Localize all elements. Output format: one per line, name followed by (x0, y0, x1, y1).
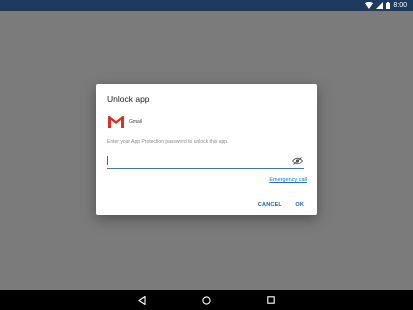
home-icon[interactable] (200, 294, 212, 306)
cancel-button[interactable]: CANCEL (258, 202, 282, 208)
gmail-icon (107, 115, 125, 129)
instruction-text: Enter your App Protection password to un… (107, 139, 229, 145)
ok-button[interactable]: OK (295, 202, 304, 208)
recents-icon[interactable] (265, 294, 277, 306)
navigation-bar (0, 290, 413, 310)
app-row: Gmail (107, 115, 142, 129)
status-icons: 8:00 (365, 0, 407, 11)
eye-off-icon[interactable] (291, 156, 303, 166)
dialog-title: Unlock app (107, 94, 150, 104)
unlock-dialog: Unlock app Gmail Enter your App Protecti… (96, 84, 317, 215)
back-icon[interactable] (136, 294, 148, 306)
status-bar: 8:00 (0, 0, 413, 11)
cellular-icon (376, 2, 384, 9)
text-cursor (107, 156, 108, 165)
app-name: Gmail (129, 119, 143, 125)
emergency-call-link[interactable]: Emergency call (269, 177, 307, 183)
password-input[interactable] (107, 154, 304, 169)
battery-icon (386, 2, 391, 9)
wifi-icon (365, 2, 374, 9)
status-time: 8:00 (393, 2, 407, 9)
